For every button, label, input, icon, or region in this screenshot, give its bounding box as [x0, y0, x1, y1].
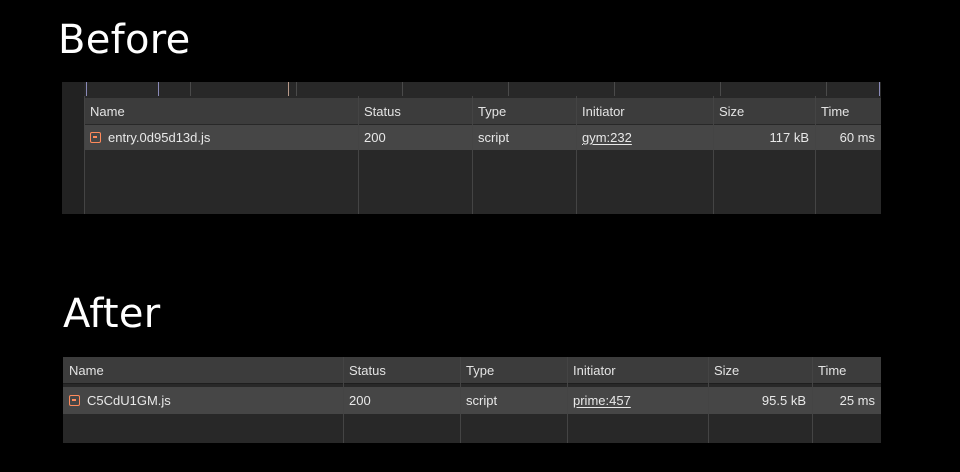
column-header-time[interactable]: Time — [815, 98, 881, 124]
request-size: 95.5 kB — [761, 393, 806, 408]
request-size: 117 kB — [769, 130, 809, 145]
after-table-row[interactable]: C5CdU1GM.js 200 script prime:457 95.5 kB… — [63, 387, 881, 414]
after-heading: After — [63, 291, 161, 337]
before-timeline-overview[interactable] — [84, 82, 881, 96]
column-header-type[interactable]: Type — [472, 98, 576, 124]
request-name-cell[interactable]: C5CdU1GM.js — [63, 387, 343, 414]
column-header-status[interactable]: Status — [358, 98, 472, 124]
column-header-size[interactable]: Size — [708, 357, 812, 383]
request-time: 25 ms — [839, 393, 875, 408]
script-file-icon — [69, 395, 80, 406]
column-header-type[interactable]: Type — [460, 357, 567, 383]
column-header-time[interactable]: Time — [812, 357, 881, 383]
request-initiator-cell: gym:232 — [576, 125, 713, 150]
request-name-cell[interactable]: entry.0d95d13d.js — [84, 125, 358, 150]
request-status: 200 — [364, 130, 386, 145]
column-header-name[interactable]: Name — [63, 357, 343, 383]
column-header-name[interactable]: Name — [84, 98, 358, 124]
before-heading: Before — [58, 17, 191, 63]
before-network-panel: Name Status Type Initiator Size Time ent… — [62, 82, 881, 214]
after-network-panel: Name Status Type Initiator Size Time C5C… — [63, 357, 881, 443]
request-status: 200 — [349, 393, 371, 408]
initiator-link[interactable]: prime:457 — [573, 393, 631, 408]
column-header-status[interactable]: Status — [343, 357, 460, 383]
column-header-initiator[interactable]: Initiator — [567, 357, 708, 383]
before-table-row[interactable]: entry.0d95d13d.js 200 script gym:232 117… — [84, 125, 881, 150]
before-left-gutter — [62, 82, 84, 214]
column-header-initiator[interactable]: Initiator — [576, 98, 713, 124]
initiator-link[interactable]: gym:232 — [582, 130, 632, 145]
before-table-header: Name Status Type Initiator Size Time — [84, 98, 881, 124]
after-table-header: Name Status Type Initiator Size Time — [63, 357, 881, 383]
column-header-size[interactable]: Size — [713, 98, 815, 124]
request-type: script — [478, 130, 510, 145]
request-time: 60 ms — [839, 130, 875, 145]
request-type: script — [466, 393, 498, 408]
script-file-icon — [90, 132, 101, 143]
request-name: entry.0d95d13d.js — [108, 130, 211, 145]
request-initiator-cell: prime:457 — [567, 387, 708, 414]
request-name: C5CdU1GM.js — [87, 393, 171, 408]
